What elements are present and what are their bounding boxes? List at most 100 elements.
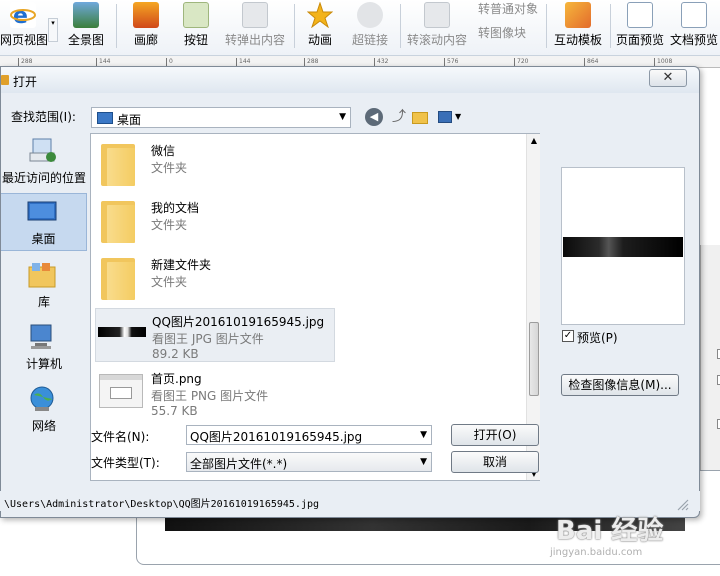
folder-icon — [101, 258, 135, 300]
place-recent[interactable]: 最近访问的位置 — [1, 133, 87, 191]
file-type: 文件夹 — [151, 218, 188, 232]
list-item[interactable]: 微信 文件夹 — [95, 138, 335, 192]
list-item[interactable]: 首页.png 看图王 PNG 图片文件 55.7 KB — [95, 366, 335, 420]
close-button[interactable]: ✕ — [649, 69, 687, 87]
list-item[interactable]: QQ图片20161019165945.jpg 看图王 JPG 图片文件 89.2… — [95, 308, 335, 362]
toolbar-scroll-button[interactable]: 转滚动内容 — [404, 0, 470, 54]
place-label: 桌面 — [31, 232, 56, 246]
ie-icon: e — [10, 2, 36, 29]
dialog-titlebar[interactable]: 打开 ✕ — [1, 67, 699, 93]
file-type-value: 全部图片文件(*.*) — [190, 457, 288, 471]
toolbar-label: 网页视图 — [0, 33, 49, 47]
scrollbar-thumb[interactable] — [529, 322, 539, 396]
toolbar-button-button[interactable]: 按钮 — [174, 0, 218, 54]
toolbar-separator — [610, 4, 611, 48]
toolbar-page-preview-button[interactable]: 页面预览 — [614, 0, 666, 54]
chevron-down-icon[interactable]: ▼ — [455, 112, 461, 121]
place-computer[interactable]: 计算机 — [1, 319, 87, 377]
close-icon: ✕ — [662, 70, 674, 85]
star-icon — [306, 1, 334, 29]
recent-places-icon — [27, 137, 57, 165]
file-name: 微信 — [151, 144, 176, 158]
toolbar-separator — [546, 4, 547, 48]
toolbar-label: 文档预览 — [669, 33, 718, 47]
preview-image — [563, 237, 683, 257]
preview-label: 预览(P) — [577, 331, 618, 345]
list-item[interactable]: 新建文件夹 文件夹 — [95, 252, 335, 306]
place-label: 库 — [37, 295, 50, 309]
gallery-scroll-arrow[interactable]: ▾ — [48, 18, 58, 42]
place-label: 计算机 — [25, 357, 62, 371]
look-in-dropdown[interactable]: 桌面 ▼ — [91, 107, 351, 128]
resize-grip-icon[interactable] — [675, 497, 689, 511]
place-desktop[interactable]: 桌面 — [1, 193, 87, 251]
library-icon — [27, 261, 57, 289]
folder-icon — [101, 201, 135, 243]
toolbar-label: 画廊 — [133, 33, 158, 47]
toolbar-popup-button[interactable]: 转弹出内容 — [222, 0, 288, 54]
file-type-dropdown[interactable]: 全部图片文件(*.*) ▼ — [186, 452, 432, 472]
file-name: QQ图片20161019165945.jpg — [152, 315, 325, 329]
toolbar-label: 转弹出内容 — [224, 33, 285, 47]
scroll-up-icon[interactable]: ▲ — [527, 136, 541, 145]
doc-preview-icon — [681, 2, 707, 28]
toolbar-label: 全景图 — [67, 33, 104, 47]
file-name: 新建文件夹 — [151, 258, 212, 272]
new-folder-icon[interactable] — [412, 112, 428, 124]
app-toolbar: e 网页视图 ▾ 全景图 画廊 按钮 转弹出内容 动画 超链接 转滚动内容 转普… — [0, 0, 720, 56]
toolbar-doc-preview-button[interactable]: 文档预览 — [668, 0, 720, 54]
file-size: 55.7 KB — [151, 404, 198, 418]
open-file-dialog: 打开 ✕ 查找范围(I): 桌面 ▼ ◀ ⤴ ▼ 最近访问的位置 桌面 库 计算… — [0, 66, 700, 518]
toolbar-label: 页面预览 — [615, 33, 664, 47]
chevron-down-icon: ▼ — [339, 112, 346, 122]
toolbar-convert-image[interactable]: 转图像块 — [478, 24, 526, 41]
scroll-icon — [424, 2, 450, 28]
desktop-icon — [27, 198, 57, 226]
file-name: 首页.png — [151, 372, 202, 386]
button-icon — [183, 2, 209, 28]
computer-icon — [27, 323, 57, 351]
file-name-field[interactable]: QQ图片20161019165945.jpg ▼ — [186, 425, 432, 445]
places-bar: 最近访问的位置 桌面 库 计算机 网络 — [1, 133, 87, 447]
toolbar-webview-button[interactable]: e 网页视图 — [0, 0, 49, 54]
toolbar-panorama-button[interactable]: 全景图 — [64, 0, 108, 54]
file-name-value: QQ图片20161019165945.jpg — [190, 430, 363, 444]
toolbar-hyperlink-button[interactable]: 超链接 — [346, 0, 394, 54]
dialog-title: 打开 — [13, 75, 38, 89]
file-name-label: 文件名(N): — [91, 430, 150, 444]
file-type: 看图王 JPG 图片文件 — [152, 332, 264, 346]
cancel-button[interactable]: 取消 — [451, 451, 539, 473]
desktop-icon — [97, 112, 113, 124]
chevron-down-icon[interactable]: ▼ — [420, 430, 427, 440]
status-path: \Users\Administrator\Desktop\QQ图片2016101… — [4, 499, 320, 510]
toolbar-label: 按钮 — [183, 33, 208, 47]
open-button[interactable]: 打开(O) — [451, 424, 539, 446]
network-icon — [27, 385, 57, 413]
place-library[interactable]: 库 — [1, 257, 87, 315]
back-arrow-icon[interactable]: ◀ — [365, 108, 383, 126]
file-type-label: 文件类型(T): — [91, 456, 160, 470]
view-menu-icon[interactable] — [438, 111, 452, 123]
toolbar-label: 转滚动内容 — [406, 33, 467, 47]
watermark-logo: Bai 经验 — [556, 516, 664, 546]
file-type: 看图王 PNG 图片文件 — [151, 389, 269, 403]
preview-checkbox[interactable]: ✓ — [562, 330, 574, 342]
toolbar-separator — [400, 4, 401, 48]
gallery-icon — [133, 2, 159, 28]
toolbar-animation-button[interactable]: 动画 — [298, 0, 342, 54]
folder-icon — [101, 144, 135, 186]
status-path-bar: \Users\Administrator\Desktop\QQ图片2016101… — [0, 491, 700, 511]
dialog-app-icon — [1, 75, 9, 85]
list-item[interactable]: 我的文档 文件夹 — [95, 195, 335, 249]
place-network[interactable]: 网络 — [1, 381, 87, 439]
link-icon — [357, 2, 383, 28]
toolbar-separator — [116, 4, 117, 48]
toolbar-convert-normal[interactable]: 转普通对象 — [478, 0, 538, 17]
file-type: 文件夹 — [151, 275, 188, 289]
image-info-button[interactable]: 检查图像信息(M)... — [561, 374, 679, 396]
toolbar-label: 动画 — [307, 33, 332, 47]
toolbar-label: 超链接 — [351, 33, 388, 47]
up-folder-icon[interactable]: ⤴ — [390, 108, 408, 126]
toolbar-template-button[interactable]: 互动模板 — [552, 0, 604, 54]
toolbar-gallery-button[interactable]: 画廊 — [124, 0, 168, 54]
